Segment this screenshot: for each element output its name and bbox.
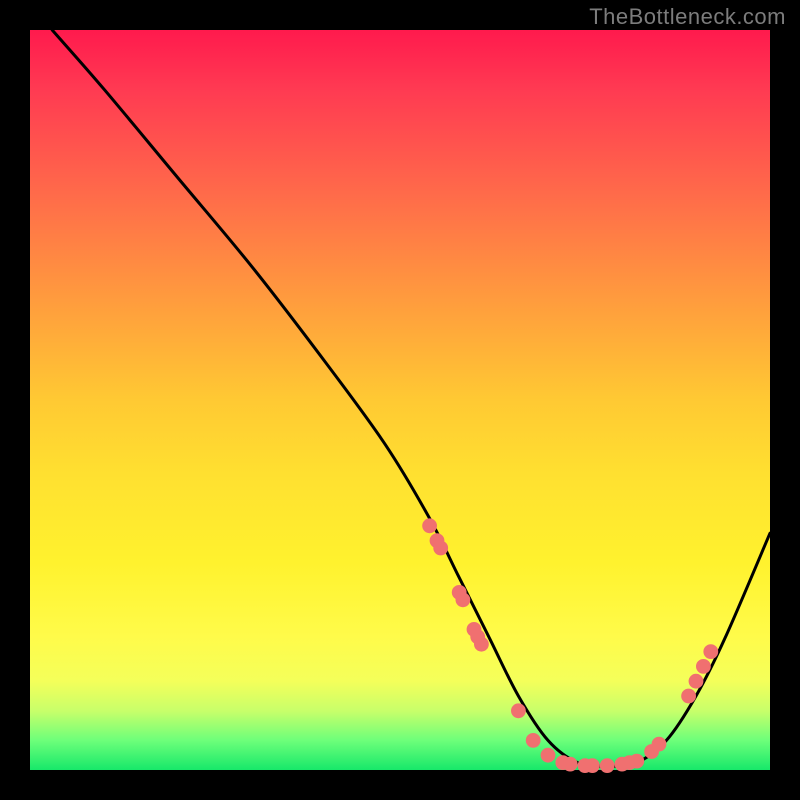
data-point bbox=[541, 748, 556, 763]
data-point bbox=[585, 758, 600, 773]
data-point bbox=[629, 754, 644, 769]
data-point bbox=[456, 592, 471, 607]
data-point bbox=[600, 758, 615, 773]
data-point bbox=[474, 637, 489, 652]
data-point bbox=[681, 689, 696, 704]
data-point bbox=[433, 541, 448, 556]
data-point bbox=[652, 737, 667, 752]
plot-area bbox=[30, 30, 770, 770]
data-point bbox=[422, 518, 437, 533]
chart-frame: TheBottleneck.com bbox=[0, 0, 800, 800]
data-point bbox=[703, 644, 718, 659]
data-point bbox=[526, 733, 541, 748]
data-points bbox=[422, 518, 718, 773]
watermark-text: TheBottleneck.com bbox=[589, 4, 786, 30]
chart-svg bbox=[30, 30, 770, 770]
bottleneck-curve bbox=[52, 30, 770, 766]
data-point bbox=[689, 674, 704, 689]
data-point bbox=[511, 703, 526, 718]
data-point bbox=[696, 659, 711, 674]
data-point bbox=[563, 757, 578, 772]
